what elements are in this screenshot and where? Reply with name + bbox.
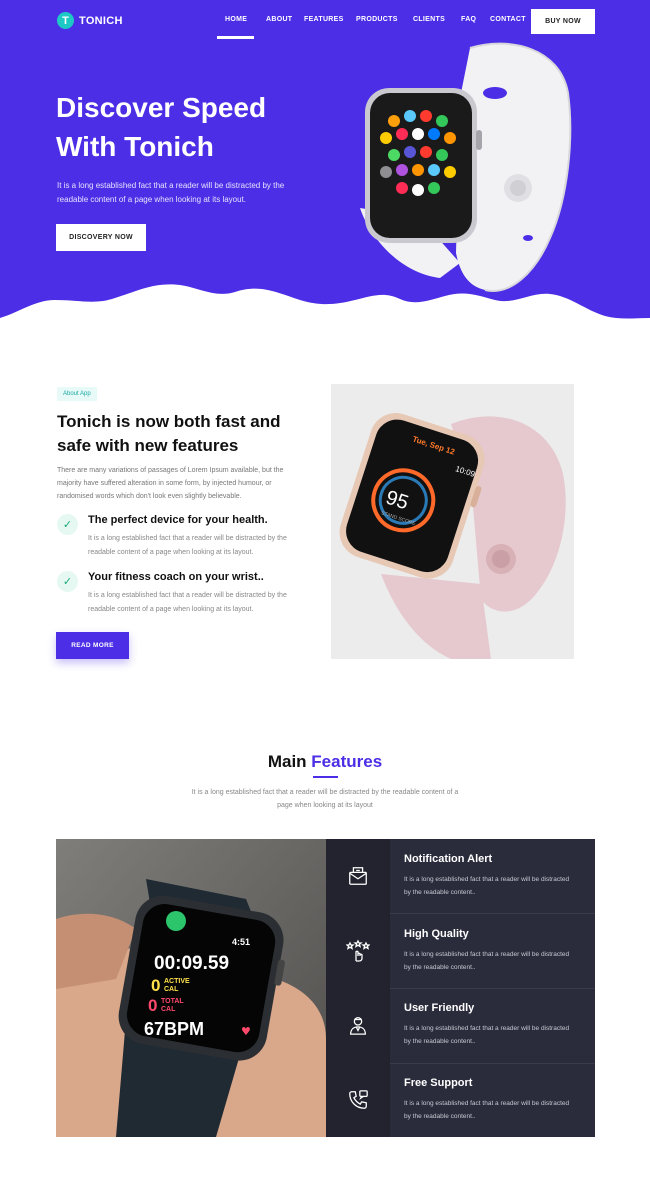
- rating-hand-icon: [326, 913, 390, 988]
- hero-title: Discover Speed With Tonich: [56, 88, 316, 166]
- mail-icon: [326, 839, 390, 914]
- nav-item-products[interactable]: PRODUCTS: [348, 16, 403, 23]
- discovery-now-button[interactable]: DISCOVERY NOW: [56, 224, 146, 251]
- watch-active-label2: CAL: [164, 986, 179, 993]
- feature-title: Free Support: [404, 1076, 473, 1089]
- wrist-watch-photo: 4:51 00:09.59 0 ACTIVE CAL 0 TOTAL CAL 6…: [56, 839, 326, 1137]
- phone-support-icon: [326, 1062, 390, 1137]
- about-description: There are many variations of passages of…: [57, 467, 284, 500]
- main-features-title: Main Features: [0, 752, 650, 772]
- pink-watch-illustration: Tue, Sep 12 10:09 95 STAND SCORE: [331, 384, 574, 659]
- watch-clock: 4:51: [232, 937, 250, 947]
- feature-text: It is a long established fact that a rea…: [404, 876, 570, 896]
- about-tag: About App: [57, 387, 97, 401]
- about-watch-image: Tue, Sep 12 10:09 95 STAND SCORE: [331, 384, 574, 659]
- about-title: Tonich is now both fast and safe with ne…: [57, 412, 281, 455]
- logo-badge: T: [57, 12, 74, 29]
- logo-text: TONICH: [79, 14, 123, 27]
- nav-item-faq[interactable]: FAQ: [453, 16, 479, 23]
- feature-title: Notification Alert: [404, 853, 493, 865]
- feature-text: It is a long established fact that a rea…: [404, 1099, 570, 1120]
- nav-item-about[interactable]: ABOUT: [258, 16, 296, 23]
- buy-now-button[interactable]: BUY NOW: [531, 9, 595, 34]
- check-icon: ✓: [57, 514, 78, 535]
- feature-item-quality: High Quality It is a long established fa…: [326, 913, 595, 988]
- nav-item-contact[interactable]: CONTACT: [482, 16, 530, 23]
- check-icon: ✓: [57, 571, 78, 592]
- main-features-block: 4:51 00:09.59 0 ACTIVE CAL 0 TOTAL CAL 6…: [56, 839, 595, 1137]
- about-feature-text: It is a long established fact that a rea…: [88, 592, 287, 613]
- heart-icon: ♥: [241, 1025, 251, 1038]
- feature-title: High Quality: [404, 927, 469, 940]
- hero-title-line1: Discover Speed: [56, 92, 267, 123]
- watch-total-value: 0: [148, 996, 157, 1015]
- feature-item-notification: Notification Alert It is a long establis…: [326, 839, 595, 914]
- watch-active-label1: ACTIVE: [164, 978, 190, 985]
- wrist-watch-illustration: 4:51 00:09.59 0 ACTIVE CAL 0 TOTAL CAL 6…: [56, 839, 326, 1137]
- nav-item-home[interactable]: HOME: [217, 16, 254, 39]
- watch-total-label2: CAL: [161, 1006, 176, 1013]
- hero-watch-image: [360, 42, 572, 292]
- main-features-description: It is a long established fact that a rea…: [191, 789, 459, 809]
- watch-timer: 00:09.59: [154, 953, 229, 974]
- hero-section: T TONICH HOME ABOUT FEATURES PRODUCTS CL…: [0, 0, 650, 340]
- user-icon: [326, 988, 390, 1063]
- watch-active-value: 0: [151, 976, 160, 995]
- about-feature-text: It is a long established fact that a rea…: [88, 535, 287, 556]
- logo[interactable]: T TONICH: [57, 12, 123, 29]
- hero-title-line2: With Tonich: [56, 131, 214, 162]
- feature-item-user-friendly: User Friendly It is a long established f…: [326, 988, 595, 1063]
- read-more-button[interactable]: READ MORE: [56, 632, 129, 659]
- feature-text: It is a long established fact that a rea…: [404, 950, 570, 971]
- feature-title: User Friendly: [404, 1002, 475, 1014]
- main-features-title-part1: Main: [267, 752, 307, 771]
- main-menu: HOME ABOUT FEATURES PRODUCTS CLIENTS FAQ…: [217, 16, 530, 39]
- watch-total-label1: TOTAL: [161, 998, 184, 1005]
- feature-item-support: Free Support It is a long established fa…: [326, 1062, 595, 1137]
- nav-item-clients[interactable]: CLIENTS: [405, 16, 451, 23]
- hero-description: It is a long established fact that a rea…: [57, 181, 285, 204]
- watch-bpm: 67BPM: [144, 1019, 204, 1039]
- title-underline: [313, 776, 338, 778]
- feature-text: It is a long established fact that a rea…: [404, 1025, 570, 1045]
- about-feature-title: The perfect device for your health.: [88, 514, 268, 526]
- about-feature-title: Your fitness coach on your wrist..: [88, 571, 264, 583]
- nav-item-features[interactable]: FEATURES: [296, 16, 348, 23]
- main-features-title-part2: Features: [311, 752, 383, 771]
- features-list: Notification Alert It is a long establis…: [326, 839, 595, 1137]
